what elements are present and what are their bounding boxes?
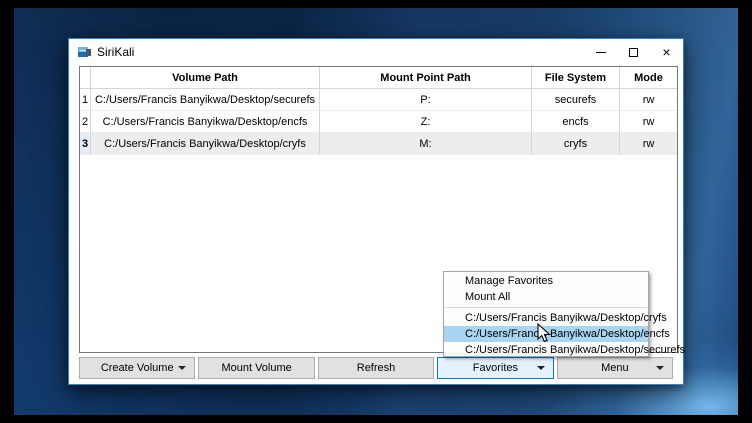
mouse-cursor-icon: [537, 323, 554, 350]
cell-volume-path[interactable]: C:/Users/Francis Banyikwa/Desktop/cryfs: [91, 133, 320, 155]
refresh-label: Refresh: [357, 362, 396, 374]
header-row-number: [80, 67, 91, 89]
favorites-button[interactable]: Favorites: [437, 357, 553, 379]
header-mount-point-path[interactable]: Mount Point Path: [320, 67, 532, 89]
bottom-toolbar: Create Volume Mount Volume Refresh Favor…: [79, 357, 673, 379]
cell-volume-path[interactable]: C:/Users/Francis Banyikwa/Desktop/encfs: [91, 111, 320, 133]
favorites-label: Favorites: [473, 362, 518, 374]
row-number: 3: [80, 133, 91, 155]
create-volume-button[interactable]: Create Volume: [79, 357, 195, 379]
table-header-row: Volume Path Mount Point Path File System…: [80, 67, 677, 89]
cell-mode[interactable]: rw: [620, 89, 677, 111]
header-mode[interactable]: Mode: [620, 67, 677, 89]
cell-volume-path[interactable]: C:/Users/Francis Banyikwa/Desktop/secure…: [91, 89, 320, 111]
table-row-selected[interactable]: 3 C:/Users/Francis Banyikwa/Desktop/cryf…: [80, 133, 677, 155]
screen: SiriKali × Volume Path Mount Point Path …: [0, 0, 752, 423]
table-row[interactable]: 1 C:/Users/Francis Banyikwa/Desktop/secu…: [80, 89, 677, 111]
cell-mount-point[interactable]: P:: [320, 89, 532, 111]
cell-file-system[interactable]: encfs: [532, 111, 620, 133]
cell-mode[interactable]: rw: [620, 133, 677, 155]
cell-mode[interactable]: rw: [620, 111, 677, 133]
cell-file-system[interactable]: cryfs: [532, 133, 620, 155]
menu-item-manage-favorites[interactable]: Manage Favorites: [444, 273, 648, 289]
cell-mount-point[interactable]: Z:: [320, 111, 532, 133]
header-file-system[interactable]: File System: [532, 67, 620, 89]
mount-volume-button[interactable]: Mount Volume: [198, 357, 314, 379]
refresh-button[interactable]: Refresh: [318, 357, 434, 379]
chevron-down-icon: [537, 366, 545, 370]
mount-volume-label: Mount Volume: [221, 362, 291, 374]
caption-buttons: ×: [584, 39, 683, 65]
sirikali-app-icon: [78, 46, 91, 59]
minimize-icon[interactable]: [584, 39, 617, 65]
titlebar[interactable]: SiriKali ×: [69, 39, 683, 65]
create-volume-label: Create Volume: [101, 362, 174, 374]
maximize-icon[interactable]: [617, 39, 650, 65]
menu-item-mount-all[interactable]: Mount All: [444, 289, 648, 305]
cell-mount-point[interactable]: M:: [320, 133, 532, 155]
menu-label: Menu: [601, 362, 629, 374]
header-volume-path[interactable]: Volume Path: [91, 67, 320, 89]
cell-file-system[interactable]: securefs: [532, 89, 620, 111]
sirikali-window: SiriKali × Volume Path Mount Point Path …: [68, 38, 684, 385]
chevron-down-icon: [178, 366, 186, 370]
table-row[interactable]: 2 C:/Users/Francis Banyikwa/Desktop/encf…: [80, 111, 677, 133]
chevron-down-icon: [656, 366, 664, 370]
row-number: 2: [80, 111, 91, 133]
menu-button[interactable]: Menu: [557, 357, 673, 379]
row-number: 1: [80, 89, 91, 111]
window-title: SiriKali: [97, 45, 134, 59]
close-icon[interactable]: ×: [650, 39, 683, 65]
menu-separator: [445, 307, 647, 308]
